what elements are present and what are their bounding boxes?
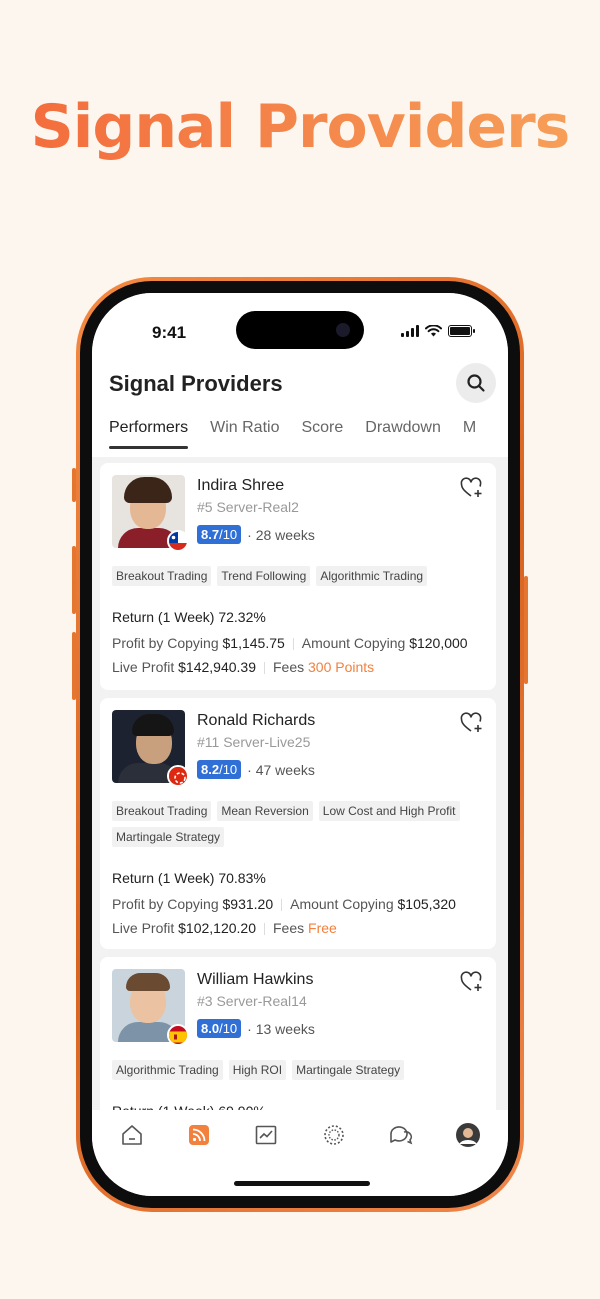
phone-screen: 9:41 Signal Providers Performers Win Rat… bbox=[92, 293, 508, 1196]
strategy-tag: Breakout Trading bbox=[112, 566, 212, 586]
fees-value: 300 Points bbox=[308, 659, 375, 675]
strategy-tag: Martingale Strategy bbox=[292, 1060, 405, 1080]
favorite-add-icon[interactable] bbox=[460, 712, 484, 734]
provider-server: #11 Server-Live25 bbox=[197, 734, 311, 750]
tab-score[interactable]: Score bbox=[301, 419, 343, 449]
provider-name: Indira Shree bbox=[197, 477, 285, 494]
search-icon bbox=[467, 374, 485, 392]
provider-name: Ronald Richards bbox=[197, 712, 316, 729]
tab-drawdown[interactable]: Drawdown bbox=[365, 419, 441, 449]
avatar bbox=[112, 710, 189, 787]
app-header: Signal Providers Performers Win Ratio Sc… bbox=[92, 357, 508, 457]
profit-value: $1,145.75 bbox=[222, 635, 285, 651]
live-profit-value: $102,120.20 bbox=[178, 920, 256, 936]
chat-icon[interactable] bbox=[388, 1122, 414, 1148]
status-bar: 9:41 bbox=[92, 293, 508, 357]
search-button[interactable] bbox=[456, 363, 496, 403]
bottom-tab-bar bbox=[92, 1110, 508, 1196]
rating-badge: 8.2/10 bbox=[197, 760, 242, 779]
power-button bbox=[524, 576, 528, 684]
provider-server: #5 Server-Real2 bbox=[197, 499, 299, 515]
provider-list: Indira Shree #5 Server-Real2 8.7/10 · 28… bbox=[100, 463, 496, 1165]
weeks-count: 28 weeks bbox=[255, 526, 315, 543]
strategy-tag: Trend Following bbox=[217, 566, 311, 586]
strategy-tag: Mean Reversion bbox=[217, 801, 313, 821]
live-profit-value: $142,940.39 bbox=[178, 659, 256, 675]
weeks-count: 47 weeks bbox=[255, 761, 315, 778]
dynamic-island bbox=[236, 311, 364, 349]
amount-value: $120,000 bbox=[409, 635, 468, 651]
avatar bbox=[112, 969, 189, 1046]
strategy-tag: Martingale Strategy bbox=[112, 827, 225, 847]
flag-spain-icon bbox=[167, 1024, 189, 1046]
fees-value: Free bbox=[308, 920, 337, 936]
battery-icon bbox=[448, 325, 475, 337]
provider-card[interactable]: Indira Shree #5 Server-Real2 8.7/10 · 28… bbox=[100, 463, 496, 690]
tab-more[interactable]: M bbox=[463, 419, 476, 449]
tab-performers[interactable]: Performers bbox=[109, 419, 189, 449]
flag-chile-icon bbox=[167, 530, 189, 552]
phone-frame: 9:41 Signal Providers Performers Win Rat… bbox=[76, 277, 524, 1212]
tab-bar: Performers Win Ratio Score Drawdown M bbox=[109, 419, 498, 449]
weeks-count: 13 weeks bbox=[255, 1020, 315, 1037]
cellular-signal-icon bbox=[401, 325, 419, 337]
return-value: 70.83% bbox=[218, 870, 266, 886]
tag-list: Breakout Trading Trend Following Algorit… bbox=[112, 566, 484, 586]
provider-stats: Return (1 Week) 72.32% Profit by Copying… bbox=[112, 609, 468, 675]
profile-avatar[interactable] bbox=[455, 1122, 481, 1148]
strategy-tag: High ROI bbox=[228, 1060, 287, 1080]
community-icon[interactable] bbox=[321, 1122, 347, 1148]
strategy-tag: Algorithmic Trading bbox=[316, 566, 428, 586]
page-title: Signal Providers bbox=[109, 371, 283, 396]
hero-title: Signal Providers bbox=[0, 92, 600, 162]
tag-list: Algorithmic Trading High ROI Martingale … bbox=[112, 1060, 484, 1080]
strategy-tag: Low Cost and High Profit bbox=[318, 801, 460, 821]
home-indicator bbox=[234, 1181, 370, 1186]
rating-badge: 8.0/10 bbox=[197, 1019, 242, 1038]
return-value: 72.32% bbox=[218, 609, 266, 625]
signals-icon[interactable] bbox=[186, 1122, 212, 1148]
wifi-icon bbox=[425, 325, 442, 337]
home-icon[interactable] bbox=[119, 1122, 145, 1148]
strategy-tag: Algorithmic Trading bbox=[112, 1060, 223, 1080]
flag-hong-kong-icon bbox=[167, 765, 189, 787]
provider-card[interactable]: Ronald Richards #11 Server-Live25 8.2/10… bbox=[100, 698, 496, 949]
rating-badge: 8.7/10 bbox=[197, 525, 242, 544]
status-time: 9:41 bbox=[152, 323, 187, 342]
tab-win-ratio[interactable]: Win Ratio bbox=[210, 419, 279, 449]
favorite-add-icon[interactable] bbox=[460, 971, 484, 993]
profit-value: $931.20 bbox=[222, 896, 274, 912]
provider-name: William Hawkins bbox=[197, 971, 314, 988]
favorite-add-icon[interactable] bbox=[460, 477, 484, 499]
amount-value: $105,320 bbox=[397, 896, 456, 912]
provider-stats: Return (1 Week) 70.83% Profit by Copying… bbox=[112, 870, 456, 936]
strategy-tag: Breakout Trading bbox=[112, 801, 212, 821]
provider-server: #3 Server-Real14 bbox=[197, 993, 307, 1009]
avatar bbox=[112, 475, 189, 552]
chart-icon[interactable] bbox=[253, 1122, 279, 1148]
tag-list: Breakout Trading Mean Reversion Low Cost… bbox=[112, 801, 484, 847]
